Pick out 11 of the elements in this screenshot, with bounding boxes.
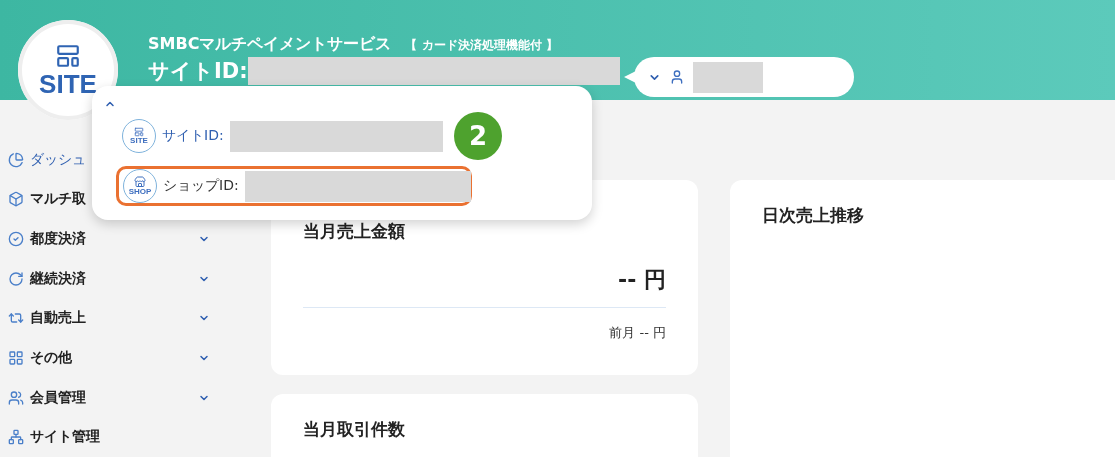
service-name: SMBCマルチペイメントサービス — [148, 34, 392, 55]
id-label: サイトID: — [162, 127, 224, 145]
logo-text: SITE — [39, 71, 97, 97]
service-note: 【 カード決済処理機能付 】 — [405, 37, 558, 54]
id-label: ショップID: — [163, 177, 239, 195]
site-id-label: サイトID: — [148, 58, 248, 85]
card-title: 当月取引件数 — [303, 418, 406, 441]
previous-month-value: 前月 -- 円 — [609, 324, 666, 342]
sales-value: -- 円 — [618, 266, 666, 294]
card-title: 日次売上推移 — [762, 204, 865, 227]
card-title: 当月売上金額 — [303, 220, 406, 243]
